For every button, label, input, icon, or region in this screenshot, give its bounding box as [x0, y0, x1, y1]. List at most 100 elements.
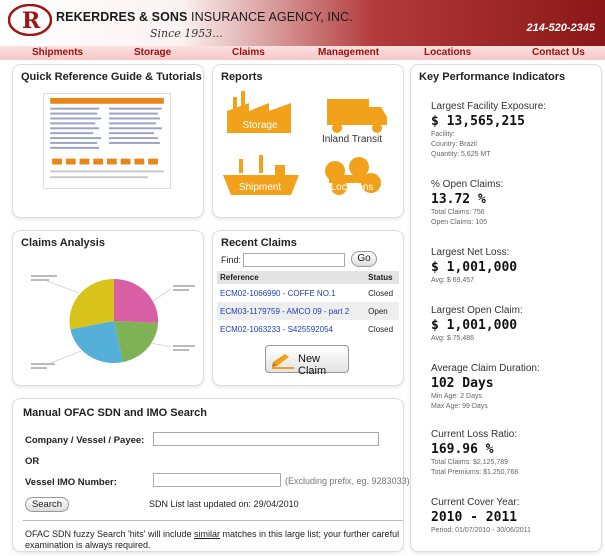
go-button[interactable]: Go: [351, 251, 377, 267]
report-shipment[interactable]: Shipment: [219, 149, 301, 195]
new-claim-label: New Claim: [298, 353, 327, 377]
site-header: R REKERDRES & SONS INSURANCE AGENCY, INC…: [0, 0, 605, 46]
quick-reference-title: Quick Reference Guide & Tutorials: [21, 71, 202, 83]
svg-text:R: R: [22, 8, 41, 34]
nav-storage[interactable]: Storage: [134, 47, 171, 58]
kpi-detail: Open Claims: 105: [431, 219, 488, 226]
report-locations-label: Locations: [330, 182, 374, 193]
kpi-average-claim-duration: Average Claim Duration: 102 Days Min Age…: [431, 363, 601, 411]
table-row: ECM02-1066990 - COFFE NO.1 Closed: [217, 284, 399, 302]
kpi-detail: Total Premiums: $1,250,768: [431, 469, 519, 476]
claim-status: Closed: [368, 324, 394, 334]
kpi-label: Largest Facility Exposure:: [431, 101, 547, 112]
nav-claims[interactable]: Claims: [232, 47, 265, 58]
kpi-detail: Quantity: 5,625 MT: [431, 151, 491, 158]
column-header-reference: Reference: [217, 271, 366, 284]
kpi-label: % Open Claims:: [431, 179, 504, 190]
claim-status: Closed: [368, 288, 394, 298]
ofac-search-panel: Manual OFAC SDN and IMO Search Company /…: [12, 398, 410, 552]
company-logo[interactable]: R: [8, 4, 52, 36]
kpi-largest-facility-exposure: Largest Facility Exposure: $ 13,565,215 …: [431, 101, 601, 159]
brand-rest: INSURANCE AGENCY, INC.: [187, 10, 353, 24]
quick-reference-guide-thumbnail[interactable]: [43, 93, 171, 189]
recent-claims-panel: Recent Claims Find: Go Reference Status …: [212, 230, 404, 386]
kpi-value: 102 Days: [431, 376, 494, 391]
kpi-value: 2010 - 2011: [431, 510, 518, 525]
find-label: Find:: [221, 255, 242, 265]
claim-reference-link[interactable]: ECM02-1066990 - COFFE NO.1: [217, 284, 365, 302]
nav-shipments[interactable]: Shipments: [32, 47, 83, 58]
brand-since: Since 1953...: [150, 27, 223, 40]
kpi-largest-open-claim: Largest Open Claim: $ 1,001,000 Avg: $ 7…: [431, 305, 601, 343]
report-shipment-label: Shipment: [238, 182, 282, 193]
reports-title: Reports: [221, 71, 263, 83]
column-header-status: Status: [365, 271, 399, 284]
claims-analysis-title: Claims Analysis: [21, 237, 105, 249]
kpi-detail: Total Claims: 756: [431, 209, 485, 216]
ofac-note: OFAC SDN fuzzy Search 'hits' will includ…: [25, 529, 401, 551]
nav-locations[interactable]: Locations: [424, 47, 471, 58]
nav-contact-us[interactable]: Contact Us: [532, 47, 585, 58]
kpi-current-cover-year: Current Cover Year: 2010 - 2011 Period: …: [431, 497, 601, 535]
company-vessel-payee-input[interactable]: [153, 432, 379, 446]
kpi-detail: Max Age: 99 Days: [431, 403, 488, 410]
vessel-imo-input[interactable]: [153, 473, 281, 487]
kpi-label: Average Claim Duration:: [431, 363, 540, 374]
claim-status: Open: [365, 302, 399, 320]
kpi-open-claims: % Open Claims: 13.72 % Total Claims: 756…: [431, 179, 601, 227]
brand-name: REKERDRES & SONS INSURANCE AGENCY, INC.: [56, 10, 353, 24]
kpi-value: $ 13,565,215: [431, 114, 525, 129]
claim-reference-link[interactable]: ECM02-1063233 - S425592054: [217, 320, 365, 338]
kpi-value: 169.96 %: [431, 442, 494, 457]
kpi-value: $ 1,001,000: [431, 260, 518, 275]
phone-number: 214-520-2345: [526, 22, 595, 34]
or-label: OR: [25, 456, 40, 467]
table-row: ECM02-1063233 - S425592054 Closed: [217, 320, 399, 338]
kpi-detail: Min Age: 2 Days: [431, 393, 482, 400]
truck-icon: [327, 99, 387, 133]
vessel-imo-label: Vessel IMO Number:: [25, 477, 117, 488]
ofac-title: Manual OFAC SDN and IMO Search: [23, 407, 207, 419]
table-header-row: Reference Status: [217, 271, 399, 284]
pie-slice-yellow: [69, 278, 114, 330]
report-locations[interactable]: Locations: [311, 149, 393, 195]
find-input[interactable]: [243, 253, 345, 267]
kpi-detail: Avg: $ 69,457: [431, 277, 475, 284]
recent-claims-title: Recent Claims: [221, 237, 297, 249]
kpi-detail: Total Claims: $2,125,789: [431, 459, 509, 466]
reports-panel: Reports Storage Inland Transit Shipment: [212, 64, 404, 218]
pie-slice-pink: [114, 278, 159, 323]
claims-pie-chart[interactable]: [27, 251, 201, 391]
new-claim-button[interactable]: New Claim: [265, 345, 349, 377]
recent-claims-table: Reference Status ECM02-1066990 - COFFE N…: [217, 271, 399, 338]
kpi-detail: Avg: $ 75,486: [431, 335, 475, 342]
kpi-detail: Country: Brazil: [431, 141, 477, 148]
kpi-panel: Key Performance Indicators Largest Facil…: [410, 64, 602, 552]
kpi-current-loss-ratio: Current Loss Ratio: 169.96 % Total Claim…: [431, 429, 601, 477]
report-storage[interactable]: Storage: [219, 87, 301, 133]
brand-bold: REKERDRES & SONS: [56, 10, 188, 24]
kpi-detail: Period: 01/07/2010 - 30/06/2011: [431, 527, 531, 534]
table-row: ECM03-1179759 - AMCO 09 - part 2 Open: [217, 302, 399, 320]
pie-slices: [69, 278, 159, 363]
sdn-last-updated: SDN List last updated on: 29/04/2010: [149, 499, 299, 509]
report-storage-label: Storage: [242, 120, 278, 131]
kpi-value: $ 1,001,000: [431, 318, 518, 333]
quick-reference-panel: Quick Reference Guide & Tutorials: [12, 64, 204, 218]
kpi-label: Largest Net Loss:: [431, 247, 510, 258]
main-nav: Shipments Storage Claims Management Loca…: [0, 46, 605, 60]
report-inland-transit-label: Inland Transit: [321, 134, 383, 145]
similar-link[interactable]: similar: [194, 529, 220, 539]
claim-reference-link[interactable]: ECM03-1179759 - AMCO 09 - part 2: [217, 302, 366, 320]
kpi-title: Key Performance Indicators: [419, 71, 566, 83]
kpi-label: Current Loss Ratio:: [431, 429, 518, 440]
kpi-detail: Facility:: [431, 131, 455, 138]
imo-hint: (Excluding prefix, eg. 9283033): [285, 476, 410, 486]
search-button[interactable]: Search: [25, 497, 69, 512]
nav-management[interactable]: Management: [318, 47, 379, 58]
report-inland-transit[interactable]: Inland Transit: [311, 87, 393, 145]
ofac-note-text: OFAC SDN fuzzy Search 'hits' will includ…: [25, 529, 194, 539]
divider: [23, 520, 403, 521]
claims-analysis-panel: Claims Analysis: [12, 230, 204, 386]
kpi-largest-net-loss: Largest Net Loss: $ 1,001,000 Avg: $ 69,…: [431, 247, 601, 285]
